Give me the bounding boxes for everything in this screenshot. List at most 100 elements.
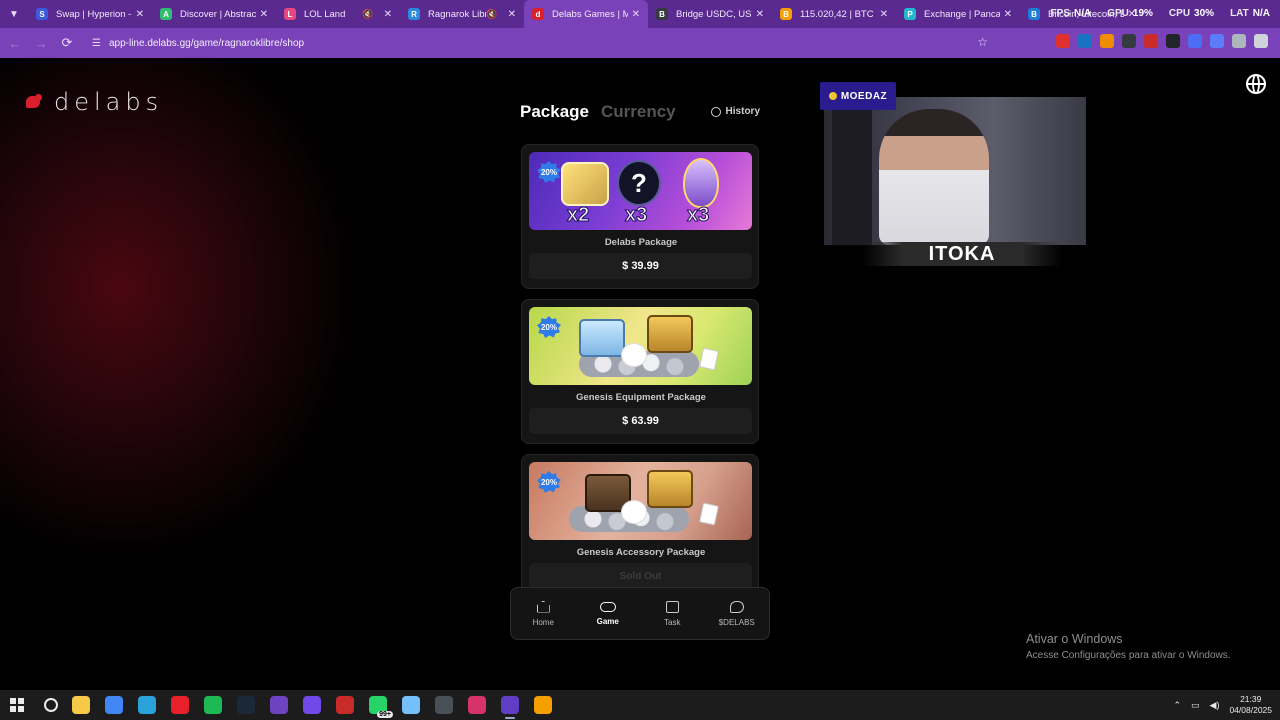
close-tab-icon[interactable]: ✕ [136,9,144,20]
product-card-delabs-package[interactable]: x2 ? x3 x3 20% Delabs Package $ 39.99 [521,144,759,289]
taskbar-app-icon[interactable] [435,696,453,714]
price-button[interactable]: $ 63.99 [529,408,752,434]
browser-extension-icon[interactable] [1232,34,1246,48]
muted-speaker-icon[interactable]: 🔇 [486,9,497,20]
search-icon[interactable] [44,698,58,712]
taskbar-app-icon[interactable] [270,696,288,714]
taskbar-app-icon[interactable] [534,696,552,714]
tab-currency[interactable]: Currency [601,102,676,122]
shop-scroll-area[interactable]: Package Currency History x2 ? x3 x3 20% … [510,98,770,628]
tab-favicon-icon: L [284,8,296,20]
site-info-icon[interactable]: ☰ [92,38,101,49]
browser-tab[interactable]: S Swap | Hyperion - Fu ✕ [28,0,152,28]
close-tab-icon[interactable]: ✕ [632,9,640,20]
windows-start-icon[interactable] [10,698,24,712]
windows-taskbar: 99+ ⌃ ▭ ◀) 21:39 04/08/2025 [0,690,1280,720]
nav-label: Task [664,617,681,627]
taskbar-app-icon[interactable] [468,696,486,714]
close-tab-icon[interactable]: ✕ [1004,9,1012,20]
lat-stat: LAT N/A [1230,8,1270,19]
nav-task[interactable]: Task [640,588,705,639]
history-button[interactable]: History [710,106,760,117]
nav-home[interactable]: Home [511,588,576,639]
cpu-stat: CPU 30% [1168,8,1215,19]
url-field[interactable]: ☰ app-line.delabs.gg/game/ragnaroklibre/… [84,32,1004,54]
sold-out-label: Sold Out [529,563,752,589]
browser-tab[interactable]: L LOL Land 🔇 ✕ [276,0,400,28]
taskbar-app-icon[interactable] [138,696,156,714]
language-globe-icon[interactable] [1246,74,1266,94]
taskbar-app-icon[interactable]: 99+ [369,696,393,718]
close-tab-icon[interactable]: ✕ [880,9,888,20]
taskbar-app-icon[interactable] [336,696,354,714]
close-tab-icon[interactable]: ✕ [260,9,268,20]
browser-extension-icon[interactable] [1100,34,1114,48]
discount-badge: 20% [537,471,561,493]
gold-chest-icon [647,315,693,353]
brand-wordmark: delabs [54,88,164,116]
reload-icon[interactable]: ⟳ [56,32,78,54]
browser-extension-icon[interactable] [1078,34,1092,48]
browser-extension-icon[interactable] [1166,34,1180,48]
clock-icon [710,106,721,117]
performance-overlay: FPS N/A GPU 19% CPU 30% LAT N/A [1051,8,1270,19]
browser-extension-icon[interactable] [1144,34,1158,48]
back-arrow-icon[interactable]: ← [4,32,26,54]
history-label: History [725,106,760,117]
home-icon [536,600,550,613]
browser-tab[interactable]: P Exchange | PancakeS ✕ [896,0,1020,28]
browser-extension-icon[interactable] [1210,34,1224,48]
taskbar-app-icon[interactable] [501,696,519,719]
quantity-label-3: x3 [686,204,710,227]
browser-tab[interactable]: R Ragnarok Libre | D🔇 ✕ [400,0,524,28]
taskbar-app-icon[interactable] [303,696,321,714]
close-tab-icon[interactable]: ✕ [384,9,392,20]
browser-tab[interactable]: A Discover | Abstract ✕ [152,0,276,28]
nav-label: Home [532,617,554,627]
delabs-logo[interactable]: delabs [26,88,163,116]
forward-arrow-icon[interactable]: → [30,32,52,54]
product-card-genesis-equipment[interactable]: 20% Genesis Equipment Package $ 63.99 [521,299,759,444]
speaker-icon[interactable]: ◀) [1210,700,1220,711]
browser-tab[interactable]: B Bridge USDC, USDT, ✕ [648,0,772,28]
delabs-package-image: x2 ? x3 x3 20% [529,152,752,230]
bunny-icon [621,343,647,367]
taskbar-app-icon[interactable] [402,696,420,714]
tab-favicon-icon: B [1028,8,1040,20]
fps-stat: FPS N/A [1050,8,1092,19]
muted-speaker-icon[interactable]: 🔇 [362,9,373,20]
system-tray: ⌃ ▭ ◀) 21:39 04/08/2025 [1173,694,1272,716]
browser-extension-icon[interactable] [1122,34,1136,48]
close-tab-icon[interactable]: ✕ [508,9,516,20]
tab-search-chevron-icon[interactable]: ▼ [0,0,28,28]
nav-game[interactable]: Game [576,588,641,639]
browser-tab[interactable]: B 115.020,42 | BTC USD ✕ [772,0,896,28]
cube-item-icon [561,162,609,206]
browser-extension-icon[interactable] [1254,34,1268,48]
streamer-figure [879,109,989,245]
bookmark-star-icon[interactable]: ☆ [977,35,988,49]
close-tab-icon[interactable]: ✕ [756,9,764,20]
product-name: Genesis Equipment Package [576,392,706,403]
activation-subtitle: Acesse Configurações para ativar o Windo… [1026,650,1231,661]
tab-package[interactable]: Package [520,102,589,122]
system-clock[interactable]: 21:39 04/08/2025 [1229,694,1272,716]
taskbar-app-icon[interactable] [237,696,255,714]
chevron-up-icon[interactable]: ⌃ [1173,700,1181,711]
delabs-token-icon [729,600,744,613]
browser-extension-icon[interactable] [1056,34,1070,48]
price-button[interactable]: $ 39.99 [529,253,752,279]
network-icon[interactable]: ▭ [1191,700,1200,711]
tab-title: LOL Land [304,8,346,20]
streamer-nameplate: ITOKA [862,242,1062,266]
cyan-chest-icon [579,319,625,357]
browser-extension-icon[interactable] [1188,34,1202,48]
browser-tab[interactable]: d Delabs Games | Mini ✕ [524,0,648,28]
tab-favicon-icon: R [408,8,420,20]
product-card-genesis-accessory[interactable]: 20% Genesis Accessory Package Sold Out [521,454,759,599]
nav-delabs-token[interactable]: $DELABS [705,588,770,639]
taskbar-app-icon[interactable] [105,696,123,714]
taskbar-app-icon[interactable] [204,696,222,714]
taskbar-app-icon[interactable] [72,696,90,714]
taskbar-app-icon[interactable] [171,696,189,714]
